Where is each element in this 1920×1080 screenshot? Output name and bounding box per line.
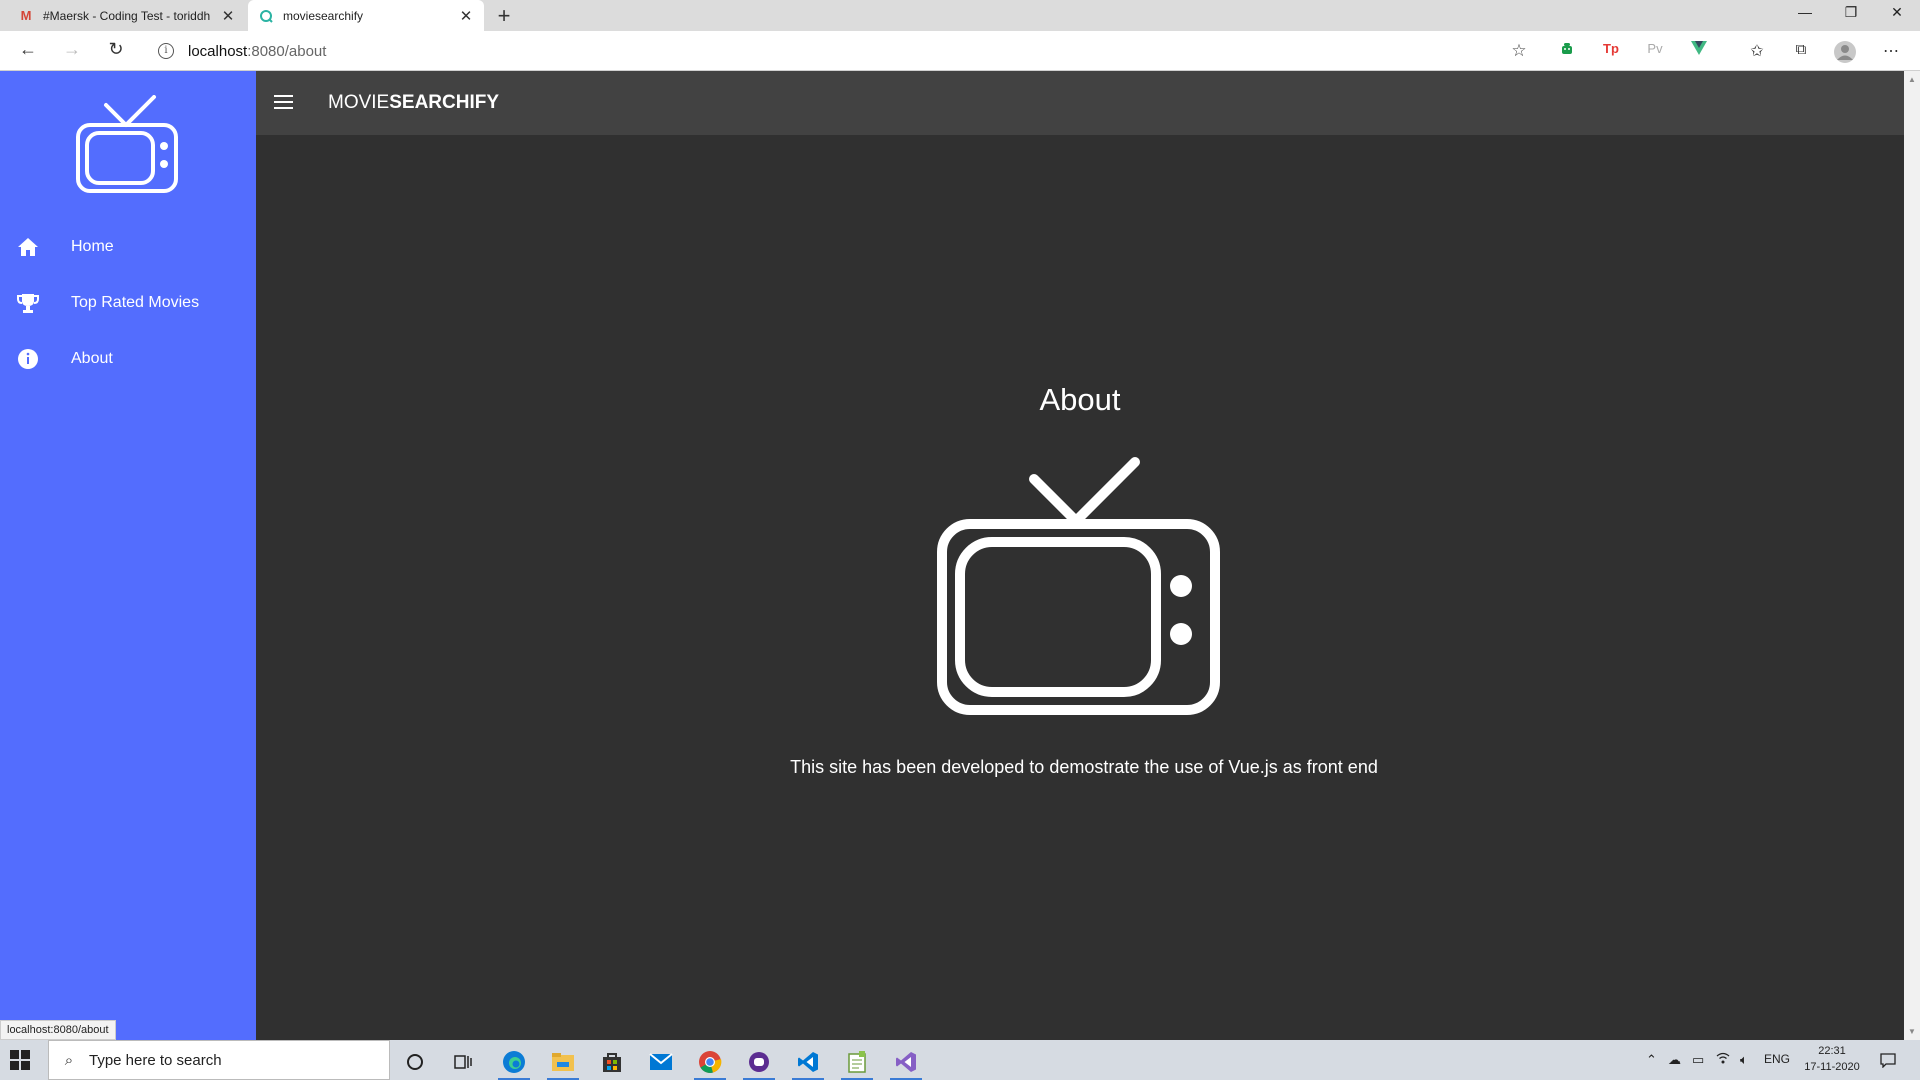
browser-tab-bar: M #Maersk - Coding Test - toriddh ✕ movi… (0, 0, 1920, 31)
tab-title: moviesearchify (283, 8, 364, 23)
close-tab-icon[interactable]: ✕ (220, 7, 236, 25)
tv-icon (937, 457, 1220, 715)
nav-label: About (71, 350, 113, 367)
hamburger-menu-icon[interactable] (272, 91, 296, 115)
new-tab-button[interactable]: + (492, 3, 516, 29)
main-content: About This site has been developed to de… (256, 135, 1904, 1040)
info-icon[interactable]: i (158, 43, 174, 59)
restore-button[interactable]: ❐ (1828, 4, 1874, 21)
profile-avatar[interactable] (1834, 41, 1856, 63)
browser-toolbar: ← → ↻ i localhost:8080/about ☆ Tp Pv ✩ ⧉… (0, 31, 1920, 71)
close-window-button[interactable]: ✕ (1874, 4, 1920, 21)
favorites-icon[interactable]: ✩ (1746, 41, 1768, 61)
search-icon: ⌕ (64, 1051, 74, 1069)
visual-studio-icon[interactable] (884, 1044, 928, 1080)
search-placeholder: Type here to search (89, 1051, 222, 1069)
language-indicator[interactable]: ENG (1764, 1052, 1790, 1066)
file-explorer-icon[interactable] (541, 1044, 585, 1080)
url-host: localhost (188, 42, 248, 60)
pv-extension-icon[interactable]: Pv (1644, 41, 1666, 61)
refresh-button[interactable]: ↻ (102, 39, 130, 63)
app-toolbar: MOVIESEARCHIFY (256, 71, 1904, 135)
app-title-light: MOVIE (328, 92, 390, 113)
scroll-down-icon[interactable]: ▼ (1904, 1027, 1920, 1036)
favorite-star-icon[interactable]: ☆ (1508, 41, 1530, 61)
cortana-icon[interactable] (393, 1044, 437, 1080)
tab-moviesearchify[interactable]: moviesearchify ✕ (248, 0, 484, 31)
mail-icon[interactable] (639, 1044, 683, 1080)
nav-item-about[interactable]: About (0, 331, 256, 387)
show-hidden-icons[interactable]: ⌃ (1646, 1052, 1657, 1068)
scroll-up-icon[interactable]: ▲ (1904, 75, 1920, 84)
clock-date: 17-11-2020 (1804, 1061, 1860, 1073)
info-icon (15, 346, 41, 372)
store-icon[interactable] (590, 1044, 634, 1080)
tab-title: #Maersk - Coding Test - toriddh (43, 8, 211, 23)
tp-extension-icon[interactable]: Tp (1600, 41, 1622, 61)
home-icon (15, 234, 41, 260)
back-button[interactable]: ← (14, 39, 42, 63)
edge-icon[interactable] (492, 1044, 536, 1080)
page-scrollbar[interactable]: ▲ ▼ (1904, 71, 1920, 1040)
nav-label: Home (71, 238, 114, 255)
tv-logo-icon (76, 95, 178, 193)
address-bar[interactable]: i localhost:8080/about (148, 37, 1538, 65)
clock-time: 22:31 (1818, 1045, 1846, 1057)
task-view-icon[interactable] (441, 1044, 485, 1080)
site-favicon (258, 8, 274, 24)
volume-icon[interactable]: 🔈︎ (1740, 1052, 1748, 1068)
app-title: MOVIESEARCHIFY (328, 92, 499, 114)
vue-devtools-icon[interactable] (1688, 41, 1710, 61)
close-tab-icon[interactable]: ✕ (458, 7, 474, 25)
nav-item-top-rated[interactable]: Top Rated Movies (0, 275, 256, 331)
battery-icon[interactable]: ▭ (1692, 1052, 1704, 1068)
android-extension-icon[interactable] (1556, 41, 1578, 61)
collections-icon[interactable]: ⧉ (1790, 41, 1812, 61)
forward-button[interactable]: → (58, 39, 86, 63)
windows-taskbar: ⌕ Type here to search ⌃ ☁ ▭ 🔈︎ ENG 22:31 (0, 1040, 1920, 1080)
nav-item-home[interactable]: Home (0, 219, 256, 275)
more-menu-icon[interactable]: ⋯ (1880, 41, 1902, 61)
trophy-icon (15, 290, 41, 316)
app-purple-icon[interactable] (737, 1044, 781, 1080)
onedrive-icon[interactable]: ☁ (1668, 1052, 1681, 1068)
chrome-icon[interactable] (688, 1044, 732, 1080)
nav-label: Top Rated Movies (71, 294, 200, 311)
windows-start-icon[interactable] (10, 1050, 30, 1070)
sidebar: Home Top Rated Movies About (0, 71, 256, 1040)
minimize-button[interactable]: — (1782, 4, 1828, 20)
url-path: :8080/about (247, 42, 327, 60)
wifi-icon[interactable] (1716, 1052, 1730, 1067)
app-title-bold: SEARCHIFY (389, 92, 500, 113)
gmail-icon: M (20, 8, 32, 23)
status-url-tooltip: localhost:8080/about (0, 1020, 116, 1040)
tab-gmail[interactable]: M #Maersk - Coding Test - toriddh ✕ (8, 0, 246, 31)
page-title: About (1039, 382, 1121, 417)
notepad-plus-icon[interactable] (835, 1044, 879, 1080)
taskbar-search-box[interactable]: ⌕ Type here to search (48, 1040, 390, 1080)
vscode-icon[interactable] (786, 1044, 830, 1080)
notifications-icon[interactable] (1880, 1052, 1896, 1072)
about-description: This site has been developed to demostra… (790, 757, 1378, 777)
system-clock[interactable]: 22:31 17-11-2020 (1790, 1043, 1874, 1075)
